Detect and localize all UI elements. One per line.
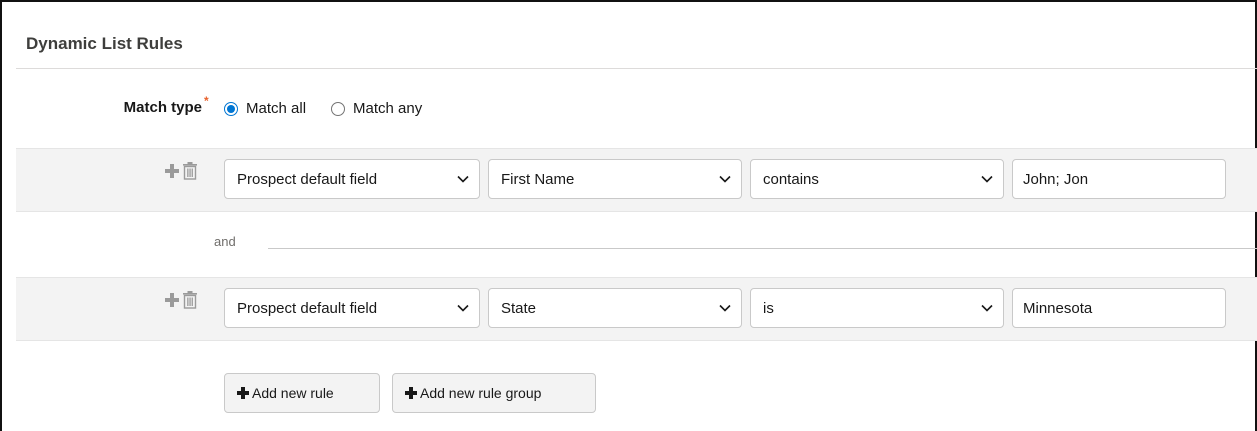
- rule-row: Prospect default field State is Minnesot…: [16, 277, 1257, 341]
- add-new-rule-button[interactable]: Add new rule: [224, 373, 380, 413]
- field-value: First Name: [501, 171, 575, 188]
- rule-value-text: John; Jon: [1023, 171, 1089, 188]
- field-select[interactable]: First Name: [488, 159, 742, 199]
- match-all-label[interactable]: Match all: [246, 100, 306, 117]
- field-type-value: Prospect default field: [237, 300, 378, 317]
- chevron-down-icon: [719, 304, 731, 312]
- plus-icon[interactable]: [164, 163, 180, 179]
- chevron-down-icon: [457, 175, 469, 183]
- field-type-select[interactable]: Prospect default field: [224, 159, 480, 199]
- operator-select[interactable]: contains: [750, 159, 1004, 199]
- rule-row: Prospect default field First Name contai…: [16, 148, 1257, 212]
- rule-value-input[interactable]: Minnesota: [1012, 288, 1226, 328]
- field-type-select[interactable]: Prospect default field: [224, 288, 480, 328]
- add-new-rule-group-label: Add new rule group: [420, 385, 542, 401]
- operator-value: is: [763, 300, 774, 317]
- trash-icon[interactable]: [182, 162, 198, 180]
- match-any-label[interactable]: Match any: [353, 100, 422, 117]
- connector-label: and: [214, 234, 236, 249]
- required-indicator: *: [204, 94, 209, 108]
- rule-value-input[interactable]: John; Jon: [1012, 159, 1226, 199]
- plus-icon: [405, 387, 417, 399]
- plus-icon[interactable]: [164, 292, 180, 308]
- chevron-down-icon: [719, 175, 731, 183]
- add-new-rule-label: Add new rule: [252, 385, 334, 401]
- field-select[interactable]: State: [488, 288, 742, 328]
- chevron-down-icon: [457, 304, 469, 312]
- add-new-rule-group-button[interactable]: Add new rule group: [392, 373, 596, 413]
- match-type-row: Match type * Match all Match any: [0, 94, 1257, 122]
- match-type-label: Match type: [123, 99, 202, 116]
- connector-divider: [268, 248, 1257, 249]
- section-title: Dynamic List Rules: [26, 34, 183, 53]
- operator-select[interactable]: is: [750, 288, 1004, 328]
- and-connector: and: [0, 232, 1257, 252]
- field-type-value: Prospect default field: [237, 171, 378, 188]
- section-header: Dynamic List Rules: [16, 22, 1257, 69]
- chevron-down-icon: [981, 175, 993, 183]
- plus-icon: [237, 387, 249, 399]
- match-any-radio[interactable]: [331, 102, 345, 116]
- field-value: State: [501, 300, 537, 317]
- operator-value: contains: [763, 171, 819, 188]
- chevron-down-icon: [981, 304, 993, 312]
- rule-value-text: Minnesota: [1023, 300, 1093, 317]
- trash-icon[interactable]: [182, 291, 198, 309]
- match-all-radio[interactable]: [224, 102, 238, 116]
